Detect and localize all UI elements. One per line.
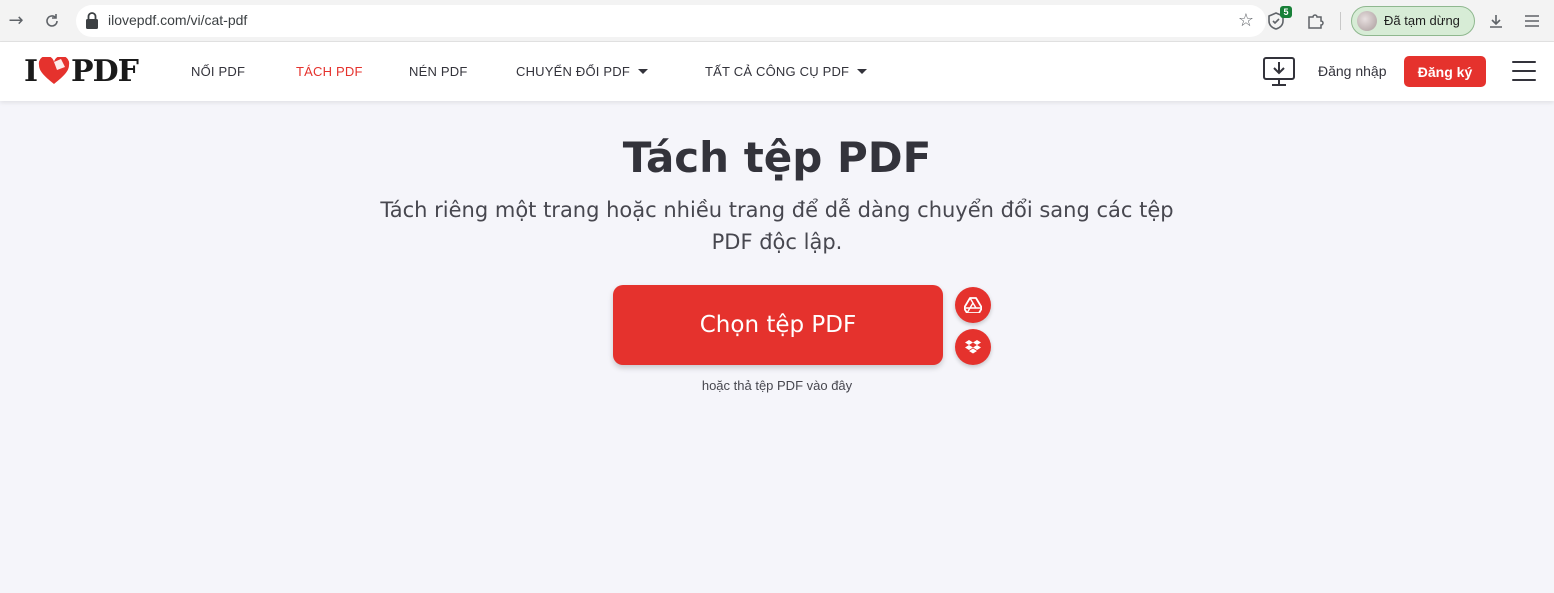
caret-down-icon: [638, 69, 649, 74]
extensions-puzzle-icon[interactable]: [1303, 9, 1327, 33]
extension-shield-icon[interactable]: 5: [1264, 6, 1292, 33]
logo-text-right: PDF: [71, 53, 139, 89]
toolbar-separator: [1340, 12, 1341, 30]
site-header: I PDF NỐI PDF TÁCH PDF NÉN PDF CHUYỂN ĐỔ…: [0, 42, 1554, 101]
nav-convert-pdf[interactable]: CHUYỂN ĐỔI PDF: [516, 64, 649, 79]
bookmark-star-icon[interactable]: ☆: [1238, 10, 1254, 31]
forward-icon[interactable]: →: [4, 9, 28, 33]
reload-icon[interactable]: [40, 9, 64, 33]
dropbox-icon: [965, 340, 981, 354]
nav-label: TẤT CẢ CÔNG CỤ PDF: [705, 64, 850, 79]
url-text: ilovepdf.com/vi/cat-pdf: [108, 12, 248, 28]
google-drive-icon: [964, 297, 982, 313]
google-drive-button[interactable]: [955, 287, 991, 323]
browser-menu-icon[interactable]: [1520, 9, 1544, 33]
signup-button[interactable]: Đăng ký: [1404, 56, 1486, 87]
nav-label: CHUYỂN ĐỔI PDF: [516, 64, 631, 79]
hamburger-menu-icon[interactable]: [1512, 61, 1536, 81]
select-pdf-button[interactable]: Chọn tệp PDF: [613, 285, 943, 365]
desktop-download-icon[interactable]: [1262, 56, 1296, 88]
login-link[interactable]: Đăng nhập: [1318, 63, 1387, 79]
address-bar[interactable]: ilovepdf.com/vi/cat-pdf ☆: [76, 5, 1266, 37]
drop-hint: hoặc thả tệp PDF vào đây: [701, 378, 853, 393]
extension-badge: 5: [1280, 6, 1292, 18]
nav-all-tools[interactable]: TẤT CẢ CÔNG CỤ PDF: [705, 64, 868, 79]
dropbox-button[interactable]: [955, 329, 991, 365]
profile-status-label: Đã tạm dừng: [1384, 13, 1460, 28]
logo-text-left: I: [24, 53, 38, 89]
nav-label: NỐI PDF: [191, 64, 246, 79]
caret-down-icon: [857, 69, 868, 74]
ilovepdf-logo[interactable]: I PDF: [24, 53, 139, 89]
page-subtitle: Tách riêng một trang hoặc nhiều trang để…: [380, 198, 1174, 254]
heart-icon: [38, 57, 70, 84]
profile-button[interactable]: Đã tạm dừng: [1351, 6, 1475, 36]
nav-label: TÁCH PDF: [296, 64, 363, 79]
nav-split-pdf[interactable]: TÁCH PDF: [296, 64, 363, 79]
lock-icon[interactable]: [84, 11, 100, 31]
download-icon[interactable]: [1484, 9, 1508, 33]
nav-compress-pdf[interactable]: NÉN PDF: [409, 64, 467, 79]
browser-toolbar: → ilovepdf.com/vi/cat-pdf ☆ 5 Đã tạm dừn…: [0, 0, 1554, 42]
nav-merge-pdf[interactable]: NỐI PDF: [191, 64, 245, 79]
nav-label: NÉN PDF: [409, 64, 468, 79]
page-title: Tách tệp PDF: [622, 133, 932, 182]
avatar: [1357, 11, 1377, 31]
